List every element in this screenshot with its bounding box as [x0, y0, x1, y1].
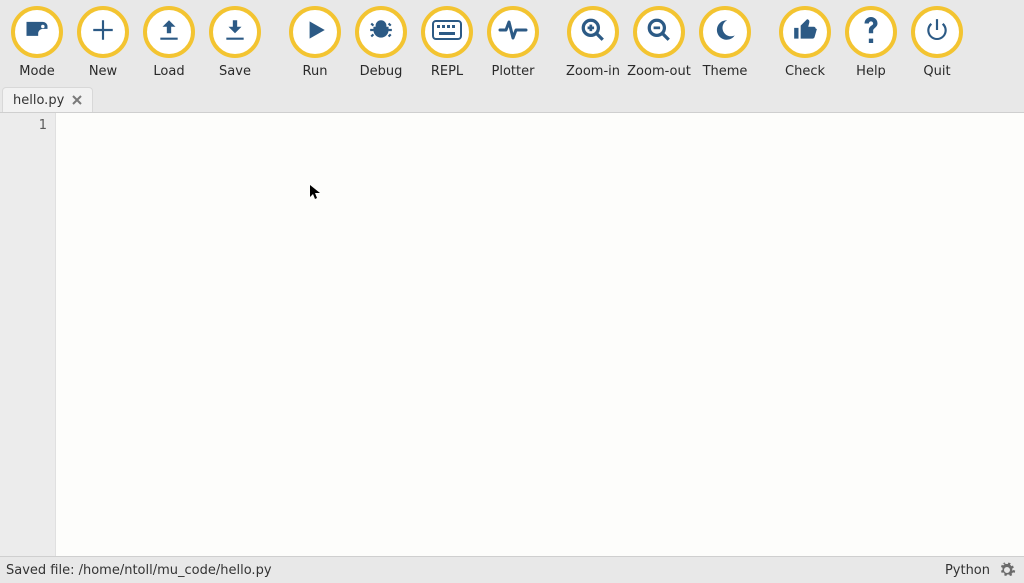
quit-button[interactable]: Quit — [904, 6, 970, 79]
cursor-icon — [310, 185, 320, 203]
toolbar-label: REPL — [431, 64, 463, 79]
editor-area: 1 — [0, 112, 1024, 557]
toolbar-group: Check Help Quit — [772, 6, 970, 79]
close-icon[interactable] — [70, 93, 84, 107]
toolbar-label: Theme — [703, 64, 748, 79]
toolbar-label: Save — [219, 64, 251, 79]
zoom-in-button[interactable]: Zoom-in — [560, 6, 626, 79]
save-button[interactable]: Save — [202, 6, 268, 79]
check-button[interactable]: Check — [772, 6, 838, 79]
bug-icon — [368, 17, 394, 47]
repl-button[interactable]: REPL — [414, 6, 480, 79]
toolbar-label: Debug — [360, 64, 403, 79]
toolbar-label: Run — [303, 64, 328, 79]
thumbs-up-icon — [792, 17, 818, 47]
theme-button[interactable]: Theme — [692, 6, 758, 79]
toolbar-label: Help — [856, 64, 886, 79]
tab-strip: hello.py — [0, 86, 1024, 112]
toolbar-label: Zoom-out — [627, 64, 691, 79]
moon-icon — [712, 17, 738, 47]
power-icon — [924, 17, 950, 47]
code-editor[interactable] — [56, 113, 1024, 556]
mode-icon — [23, 16, 51, 48]
toolbar-label: Check — [785, 64, 825, 79]
toolbar-label: Zoom-in — [566, 64, 620, 79]
plotter-button[interactable]: Plotter — [480, 6, 546, 79]
zoom-out-button[interactable]: Zoom-out — [626, 6, 692, 79]
debug-button[interactable]: Debug — [348, 6, 414, 79]
toolbar-label: Quit — [923, 64, 950, 79]
toolbar-group: Mode New Load Save — [4, 6, 268, 79]
toolbar-label: Mode — [19, 64, 54, 79]
toolbar-label: New — [89, 64, 117, 79]
mode-button[interactable]: Mode — [4, 6, 70, 79]
toolbar-label: Plotter — [492, 64, 535, 79]
zoom-in-icon — [580, 17, 606, 47]
plus-icon — [90, 17, 116, 47]
zoom-out-icon — [646, 17, 672, 47]
tab-filename: hello.py — [13, 93, 64, 108]
line-number: 1 — [39, 118, 47, 133]
load-button[interactable]: Load — [136, 6, 202, 79]
toolbar-label: Load — [153, 64, 184, 79]
editor-tab[interactable]: hello.py — [2, 87, 93, 112]
keyboard-icon — [432, 19, 462, 45]
help-button[interactable]: Help — [838, 6, 904, 79]
statusbar: Saved file: /home/ntoll/mu_code/hello.py… — [0, 557, 1024, 583]
status-mode: Python — [945, 563, 990, 578]
run-button[interactable]: Run — [282, 6, 348, 79]
line-number-gutter: 1 — [0, 113, 56, 556]
toolbar-group: Run Debug REPL Plotter — [282, 6, 546, 79]
toolbar-group: Zoom-in Zoom-out Theme — [560, 6, 758, 79]
play-icon — [302, 17, 328, 47]
gear-icon[interactable] — [998, 561, 1016, 579]
toolbar: Mode New Load Save Run — [0, 0, 1024, 86]
new-button[interactable]: New — [70, 6, 136, 79]
download-icon — [222, 17, 248, 47]
pulse-icon — [498, 18, 528, 46]
upload-icon — [156, 17, 182, 47]
status-message: Saved file: /home/ntoll/mu_code/hello.py — [6, 563, 272, 578]
question-icon — [862, 17, 880, 47]
